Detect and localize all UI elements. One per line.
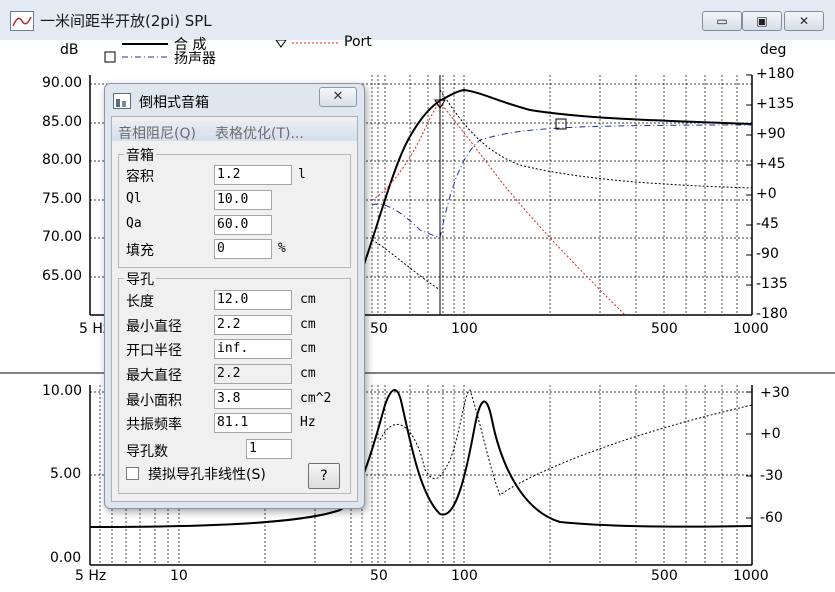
legend-port-label: Port (344, 34, 372, 50)
maximize-button[interactable]: ▣ (742, 11, 782, 31)
fill-field[interactable]: 0 (214, 239, 272, 259)
bottom-right-tick: -60 (760, 510, 783, 526)
volume-unit: l (298, 167, 306, 182)
bottom-x-tick: 500 (651, 568, 678, 584)
min-area-unit: cm^2 (300, 391, 332, 406)
nonlinear-label[interactable]: 摸拟导孔非线性(S) (148, 464, 266, 484)
top-right-tick: -45 (756, 216, 779, 232)
top-right-tick: +90 (756, 126, 786, 142)
menu-phase-damping[interactable]: 音相阻尼(Q) (118, 123, 196, 143)
top-right-tick: +0 (756, 186, 777, 202)
resonance-unit: Hz (300, 415, 316, 430)
top-right-unit: deg (760, 42, 787, 58)
window-title: 一米间距半开放(2pi) SPL (40, 12, 212, 30)
legend-driver-label: 扬声器 (174, 51, 216, 67)
top-x-tick: 1000 (733, 321, 769, 337)
volume-field[interactable]: 1.2 (214, 165, 292, 185)
top-x-tick: 500 (651, 321, 678, 337)
bass-reflex-dialog[interactable]: 倒相式音箱 ✕ 音相阻尼(Q) 表格优化(T)... 音箱 容积 1.2 l Q… (104, 83, 365, 509)
flare-radius-label: 开口半径 (126, 343, 182, 359)
main-window: 一米间距半开放(2pi) SPL ▭ ▣ ✕ dB 合 成 扬声器 Port d… (0, 0, 835, 592)
top-right-tick: +135 (756, 96, 795, 112)
bottom-left-tick: 0.00 (50, 550, 82, 566)
qa-field[interactable]: 60.0 (214, 215, 272, 235)
top-right-tick: +45 (756, 156, 786, 172)
top-left-tick: 85.00 (42, 114, 83, 130)
top-left-tick: 70.00 (42, 229, 83, 245)
dialog-close-button[interactable]: ✕ (319, 87, 357, 107)
ql-label: Ql (126, 191, 142, 206)
length-label: 长度 (126, 294, 154, 310)
dialog-title: 倒相式音箱 (139, 95, 209, 111)
minimize-button[interactable]: ▭ (702, 11, 742, 31)
port-count-field[interactable]: 1 (246, 439, 292, 459)
dialog-body: 音相阻尼(Q) 表格优化(T)... 音箱 容积 1.2 l Ql 10.0 Q… (111, 116, 358, 502)
nonlinear-checkbox[interactable] (126, 467, 139, 480)
bottom-left-tick: 10.00 (42, 383, 83, 399)
top-left-tick: 80.00 (42, 152, 83, 168)
max-diameter-unit: cm (300, 366, 316, 381)
top-left-unit: dB (60, 42, 79, 58)
min-area-field[interactable]: 3.8 (214, 389, 292, 409)
ql-field[interactable]: 10.0 (214, 190, 272, 210)
bottom-right-tick: +0 (760, 426, 781, 442)
bottom-left-tick: 5.00 (50, 466, 82, 482)
menu-table-optimize[interactable]: 表格优化(T)... (215, 123, 304, 143)
close-button[interactable]: ✕ (784, 11, 824, 31)
top-x-tick: 50 (370, 321, 388, 337)
bottom-x-tick: 1000 (733, 568, 769, 584)
min-diameter-label: 最小直径 (126, 319, 182, 335)
bottom-x-tick: 5 Hz (75, 568, 107, 584)
max-diameter-field: 2.2 (214, 364, 292, 384)
dialog-icon (113, 93, 131, 109)
port-count-label: 导孔数 (126, 444, 168, 460)
bottom-x-tick: 10 (170, 568, 188, 584)
top-right-tick: -180 (756, 306, 788, 322)
fill-label: 填充 (126, 243, 154, 259)
top-left-tick: 75.00 (42, 191, 83, 207)
qa-label: Qa (126, 216, 142, 231)
volume-label: 容积 (126, 169, 154, 185)
resonance-label: 共振频率 (126, 417, 182, 433)
top-right-tick: +180 (756, 66, 795, 82)
top-left-tick: 65.00 (42, 268, 83, 284)
flare-radius-unit: cm (300, 341, 316, 356)
resonance-field[interactable]: 81.1 (214, 413, 292, 433)
max-diameter-label: 最大直径 (126, 368, 182, 384)
min-diameter-field[interactable]: 2.2 (214, 315, 292, 335)
dialog-menubar: 音相阻尼(Q) 表格优化(T)... (112, 121, 357, 143)
min-diameter-unit: cm (300, 317, 316, 332)
length-unit: cm (300, 292, 316, 307)
top-right-tick: -90 (756, 246, 779, 262)
min-area-label: 最小面积 (126, 393, 182, 409)
top-right-tick: -135 (756, 276, 788, 292)
length-field[interactable]: 12.0 (214, 290, 292, 310)
app-icon (10, 11, 34, 31)
top-x-tick: 100 (451, 321, 478, 337)
help-button[interactable]: ? (308, 463, 340, 489)
top-left-tick: 90.00 (42, 75, 83, 91)
fill-unit: % (278, 241, 286, 256)
bottom-right-tick: +30 (760, 385, 790, 401)
box-group-title: 音箱 (124, 145, 156, 165)
title-bar[interactable]: 一米间距半开放(2pi) SPL ▭ ▣ ✕ (0, 0, 835, 40)
bottom-right-tick: -30 (760, 468, 783, 484)
port-group-title: 导孔 (124, 269, 156, 289)
bottom-x-tick: 100 (451, 568, 478, 584)
flare-radius-field[interactable]: inf. (214, 339, 292, 359)
bottom-x-tick: 50 (370, 568, 388, 584)
